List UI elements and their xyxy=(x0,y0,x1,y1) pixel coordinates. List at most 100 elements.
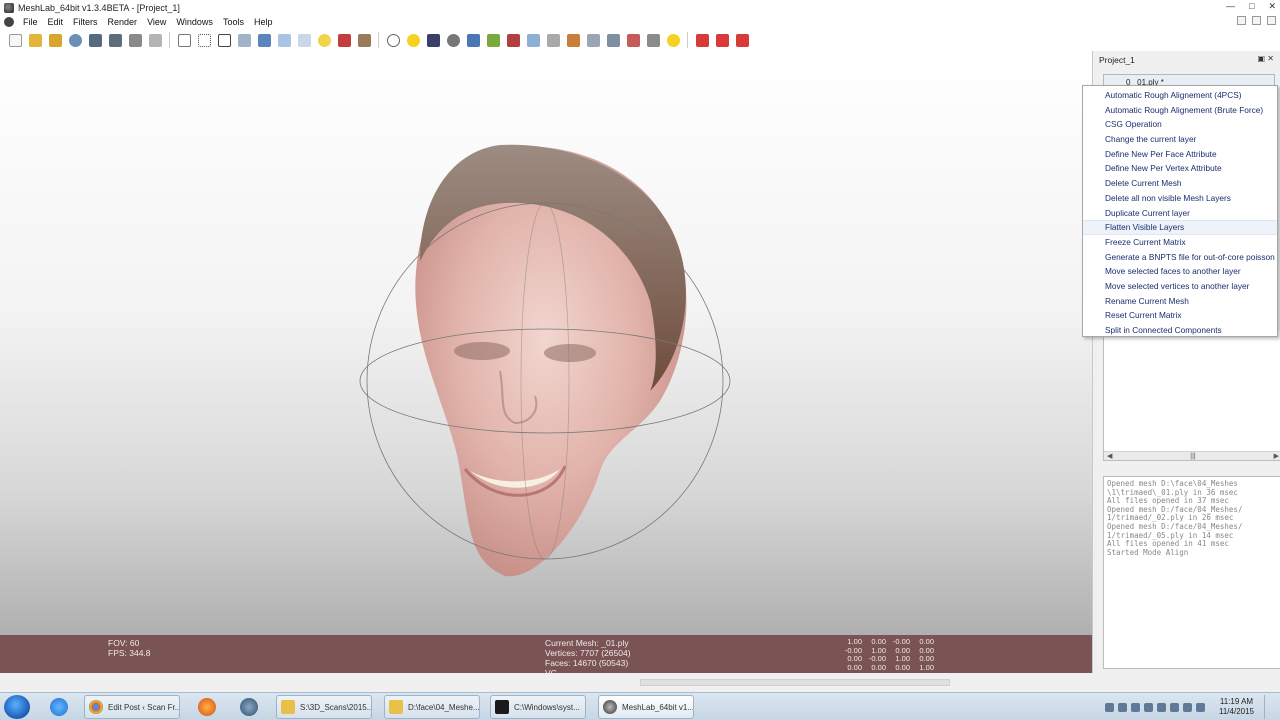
cut-button[interactable] xyxy=(584,31,602,49)
task-meshlab[interactable]: MeshLab_64bit v1... xyxy=(598,695,694,719)
scroll-thumb-icon[interactable]: ||| xyxy=(1190,453,1195,460)
sphere-button[interactable] xyxy=(444,31,462,49)
menu-item-move-vertices[interactable]: Move selected vertices to another layer xyxy=(1083,279,1277,294)
task-cmd[interactable]: C:\Windows\syst... xyxy=(490,695,586,719)
snapshot-button[interactable] xyxy=(106,31,124,49)
mdi-minimize-icon[interactable] xyxy=(1237,16,1246,25)
menu-item-face-attr[interactable]: Define New Per Face Attribute xyxy=(1083,147,1277,162)
align-button[interactable] xyxy=(624,31,642,49)
menu-windows[interactable]: Windows xyxy=(171,17,218,27)
flat-button[interactable] xyxy=(275,31,293,49)
conn-select-button[interactable] xyxy=(564,31,582,49)
hiddenlines-button[interactable] xyxy=(235,31,253,49)
face-select-button[interactable] xyxy=(544,31,562,49)
points-button[interactable] xyxy=(195,31,213,49)
menu-item-move-faces[interactable]: Move selected faces to another layer xyxy=(1083,264,1277,279)
minimize-icon[interactable]: — xyxy=(1226,1,1235,12)
menu-item-change-layer[interactable]: Change the current layer xyxy=(1083,132,1277,147)
reload-button[interactable] xyxy=(66,31,84,49)
task-folder-scans[interactable]: S:\3D_Scans\2015... xyxy=(276,695,372,719)
face-mesh xyxy=(415,144,687,577)
manip-button[interactable] xyxy=(604,31,622,49)
delete-vert-button[interactable] xyxy=(693,31,711,49)
tray-icon[interactable] xyxy=(1157,702,1166,712)
task-folder-face[interactable]: D:\face\04_Meshe... xyxy=(384,695,480,719)
mdi-restore-icon[interactable] xyxy=(1252,16,1261,25)
layer-list[interactable]: ◀ ||| ▶ xyxy=(1103,331,1280,461)
menu-item-4pcs[interactable]: Automatic Rough Alignement (4PCS) xyxy=(1083,88,1277,103)
menu-item-duplicate[interactable]: Duplicate Current layer xyxy=(1083,206,1277,221)
menu-edit[interactable]: Edit xyxy=(43,17,69,27)
menu-filters[interactable]: Filters xyxy=(68,17,103,27)
grid-button[interactable] xyxy=(126,31,144,49)
wireframe-icon xyxy=(217,33,231,47)
axis-button[interactable] xyxy=(464,31,482,49)
3d-viewport[interactable] xyxy=(0,51,1092,635)
matrix-cell: 0.00 xyxy=(847,662,862,672)
app-pinned[interactable] xyxy=(232,695,266,719)
layer-list-scrollbar[interactable]: ◀ ||| ▶ xyxy=(1104,451,1280,460)
menu-item-bnpts[interactable]: Generate a BNPTS file for out-of-core po… xyxy=(1083,250,1277,265)
close-icon[interactable]: ✕ xyxy=(1268,1,1276,12)
progress-scrollbar[interactable] xyxy=(640,679,950,686)
bbox-button[interactable] xyxy=(175,31,193,49)
tray-icon[interactable] xyxy=(1131,702,1140,712)
scroll-right-icon[interactable]: ▶ xyxy=(1274,452,1279,460)
flatlines-button[interactable] xyxy=(255,31,273,49)
clock[interactable]: 11:19 AM 11/4/2015 xyxy=(1219,697,1254,717)
network-icon[interactable] xyxy=(1183,702,1192,712)
smooth-button[interactable] xyxy=(295,31,313,49)
cmd-icon xyxy=(495,700,509,714)
start-button[interactable] xyxy=(4,695,30,719)
annotation-button[interactable] xyxy=(404,31,422,49)
menu-item-freeze-matrix[interactable]: Freeze Current Matrix xyxy=(1083,235,1277,250)
light-button[interactable] xyxy=(315,31,333,49)
show-desktop-button[interactable] xyxy=(1264,695,1274,719)
import-button[interactable] xyxy=(46,31,64,49)
menu-tools[interactable]: Tools xyxy=(218,17,249,27)
tray-icon[interactable] xyxy=(1144,702,1153,712)
menu-item-brute-force[interactable]: Automatic Rough Alignement (Brute Force) xyxy=(1083,103,1277,118)
edit-button[interactable] xyxy=(504,31,522,49)
volume-icon[interactable] xyxy=(1196,702,1205,712)
vertex-select-button[interactable] xyxy=(524,31,542,49)
menu-item-rename[interactable]: Rename Current Mesh xyxy=(1083,294,1277,309)
scroll-left-icon[interactable]: ◀ xyxy=(1107,452,1112,460)
mdi-close-icon[interactable] xyxy=(1267,16,1276,25)
delete-all-button[interactable] xyxy=(733,31,751,49)
info-button[interactable] xyxy=(664,31,682,49)
delete-face-button[interactable] xyxy=(713,31,731,49)
menu-item-split[interactable]: Split in Connected Components xyxy=(1083,323,1277,338)
tray-icon[interactable] xyxy=(1105,702,1114,712)
document-icon[interactable] xyxy=(4,17,14,27)
layers-button[interactable] xyxy=(146,31,164,49)
menu-item-delete-nonvisible[interactable]: Delete all non visible Mesh Layers xyxy=(1083,191,1277,206)
new-file-button[interactable] xyxy=(6,31,24,49)
measure-button[interactable] xyxy=(355,31,373,49)
paint-button[interactable] xyxy=(484,31,502,49)
texture-button[interactable] xyxy=(335,31,353,49)
menu-item-delete-mesh[interactable]: Delete Current Mesh xyxy=(1083,176,1277,191)
firefox-pinned[interactable] xyxy=(190,695,224,719)
tray-icon[interactable] xyxy=(1170,702,1179,712)
menu-item-flatten[interactable]: Flatten Visible Layers xyxy=(1083,220,1277,235)
tray-icon[interactable] xyxy=(1118,702,1127,712)
trackball-button[interactable] xyxy=(384,31,402,49)
menu-render[interactable]: Render xyxy=(103,17,143,27)
log-area[interactable]: Opened mesh D:\face\04_Meshes \1\trimaed… xyxy=(1103,476,1280,669)
menu-item-csg[interactable]: CSG Operation xyxy=(1083,117,1277,132)
ie-pinned[interactable] xyxy=(42,695,76,719)
menu-item-reset-matrix[interactable]: Reset Current Matrix xyxy=(1083,308,1277,323)
panel-float-close-icon[interactable]: ▣ ✕ xyxy=(1258,54,1274,63)
menu-view[interactable]: View xyxy=(142,17,171,27)
raster-button[interactable] xyxy=(644,31,662,49)
wireframe-button[interactable] xyxy=(215,31,233,49)
menu-file[interactable]: File xyxy=(18,17,43,27)
menu-item-vertex-attr[interactable]: Define New Per Vertex Attribute xyxy=(1083,161,1277,176)
save-button[interactable] xyxy=(86,31,104,49)
task-browser[interactable]: Edit Post ‹ Scan Fr... xyxy=(84,695,180,719)
maximize-icon[interactable]: □ xyxy=(1249,1,1254,12)
open-button[interactable] xyxy=(26,31,44,49)
select-button[interactable] xyxy=(424,31,442,49)
menu-help[interactable]: Help xyxy=(249,17,278,27)
